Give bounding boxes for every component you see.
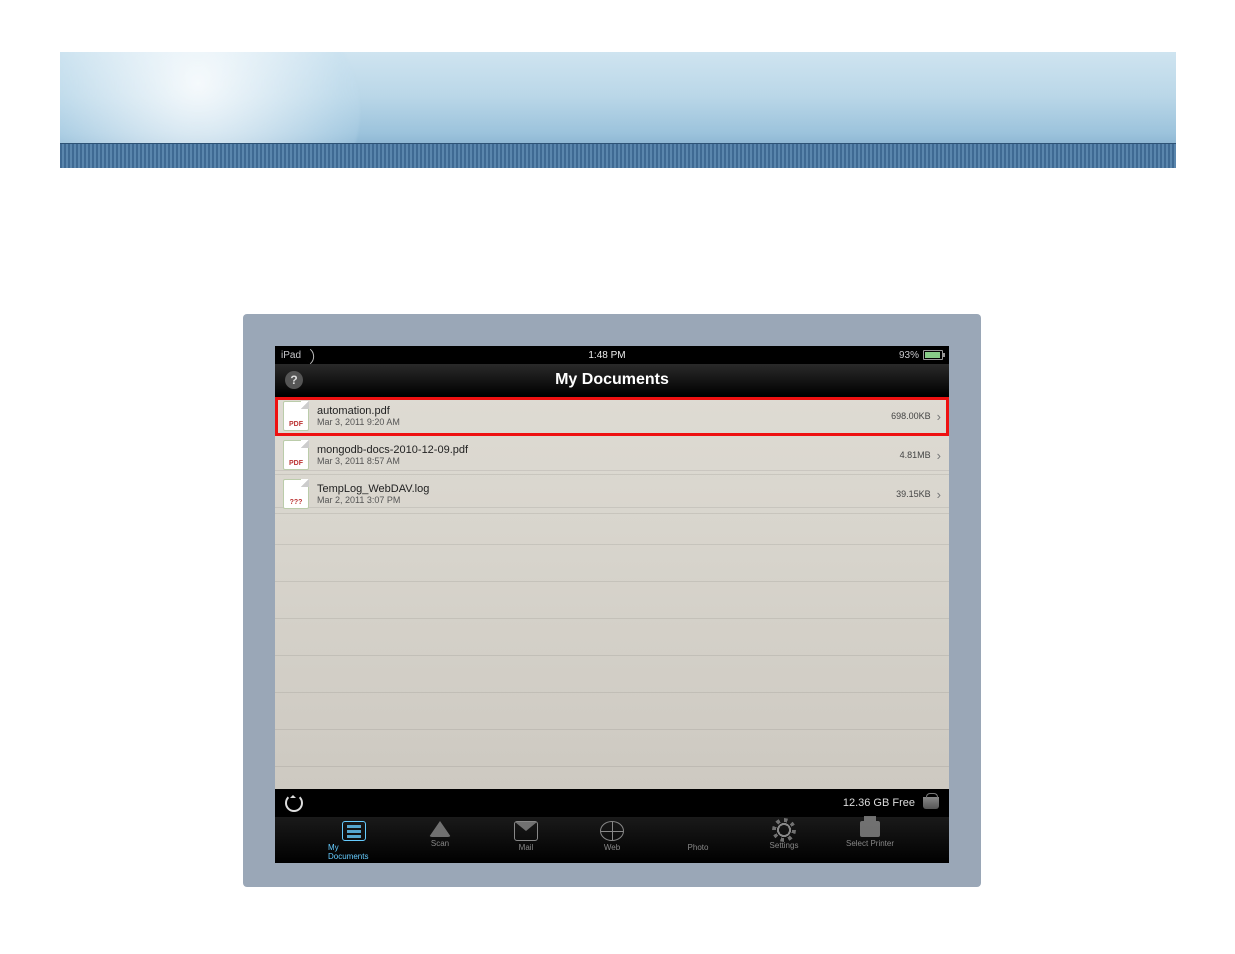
help-button[interactable]: ?: [285, 371, 303, 389]
ipad-photo-frame: iPad 1:48 PM 93% ? My Documents PDF autom…: [243, 314, 981, 887]
tab-label: Photo: [688, 843, 709, 852]
tab-label: My Documents: [328, 843, 380, 861]
chevron-right-icon: ›: [937, 448, 941, 463]
page-header-banner: [60, 52, 1176, 168]
bottom-bar: 12.36 GB Free: [275, 789, 949, 817]
tab-web[interactable]: Web: [586, 821, 638, 863]
mail-icon: [514, 821, 538, 841]
file-row[interactable]: ??? TempLog_WebDAV.logMar 2, 2011 3:07 PM…: [275, 475, 949, 514]
document-page: iPad 1:48 PM 93% ? My Documents PDF autom…: [0, 0, 1235, 954]
tab-mail[interactable]: Mail: [500, 821, 552, 863]
docs-icon: [342, 821, 366, 841]
tab-label: Select Printer: [846, 839, 894, 848]
file-icon: PDF: [283, 440, 309, 470]
refresh-button[interactable]: [285, 794, 303, 812]
ipad-screen: iPad 1:48 PM 93% ? My Documents PDF autom…: [275, 346, 949, 863]
file-list[interactable]: PDF automation.pdfMar 3, 2011 9:20 AM 698.…: [275, 397, 949, 789]
tab-label: Mail: [519, 843, 534, 852]
chevron-right-icon: ›: [937, 409, 941, 424]
storage-icon: [923, 797, 939, 809]
nav-bar: ? My Documents: [275, 364, 949, 397]
free-space-label: 12.36 GB Free: [843, 797, 915, 809]
tab-settings[interactable]: Settings: [758, 821, 810, 863]
web-icon: [600, 821, 624, 841]
status-bar: iPad 1:48 PM 93%: [275, 346, 949, 364]
device-label: iPad: [281, 350, 301, 361]
tab-label: Settings: [770, 841, 799, 850]
page-title: My Documents: [303, 371, 921, 389]
tab-photo[interactable]: Photo: [672, 821, 724, 863]
scan-icon: [429, 821, 451, 837]
battery-icon: [923, 350, 943, 360]
printer-icon: [860, 821, 880, 837]
tab-scan[interactable]: Scan: [414, 821, 466, 863]
file-row[interactable]: PDF mongodb-docs-2010-12-09.pdfMar 3, 201…: [275, 436, 949, 475]
chevron-right-icon: ›: [937, 487, 941, 502]
file-name: automation.pdf: [317, 405, 400, 417]
file-date: Mar 2, 2011 3:07 PM: [317, 495, 429, 505]
tab-printer[interactable]: Select Printer: [844, 821, 896, 863]
file-name: mongodb-docs-2010-12-09.pdf: [317, 444, 468, 456]
tab-docs[interactable]: My Documents: [328, 821, 380, 863]
file-size: 39.15KB: [896, 489, 931, 499]
file-type-tag: PDF: [289, 460, 303, 467]
tab-bar: My Documents Scan Mail Web Photo Settings Sele…: [275, 817, 949, 863]
file-icon: ???: [283, 479, 309, 509]
file-icon: PDF: [283, 401, 309, 431]
tab-label: Web: [604, 843, 620, 852]
status-time: 1:48 PM: [315, 350, 899, 361]
wifi-icon: [305, 351, 315, 359]
file-date: Mar 3, 2011 8:57 AM: [317, 456, 468, 466]
banner-strip: [60, 143, 1176, 168]
file-size: 698.00KB: [891, 411, 931, 421]
file-type-tag: ???: [290, 499, 303, 506]
file-size: 4.81MB: [900, 450, 931, 460]
settings-icon: [775, 821, 793, 839]
battery-percent: 93%: [899, 350, 919, 361]
file-type-tag: PDF: [289, 421, 303, 428]
tab-label: Scan: [431, 839, 449, 848]
file-row[interactable]: PDF automation.pdfMar 3, 2011 9:20 AM 698.…: [275, 397, 949, 436]
file-name: TempLog_WebDAV.log: [317, 483, 429, 495]
file-date: Mar 3, 2011 9:20 AM: [317, 417, 400, 427]
